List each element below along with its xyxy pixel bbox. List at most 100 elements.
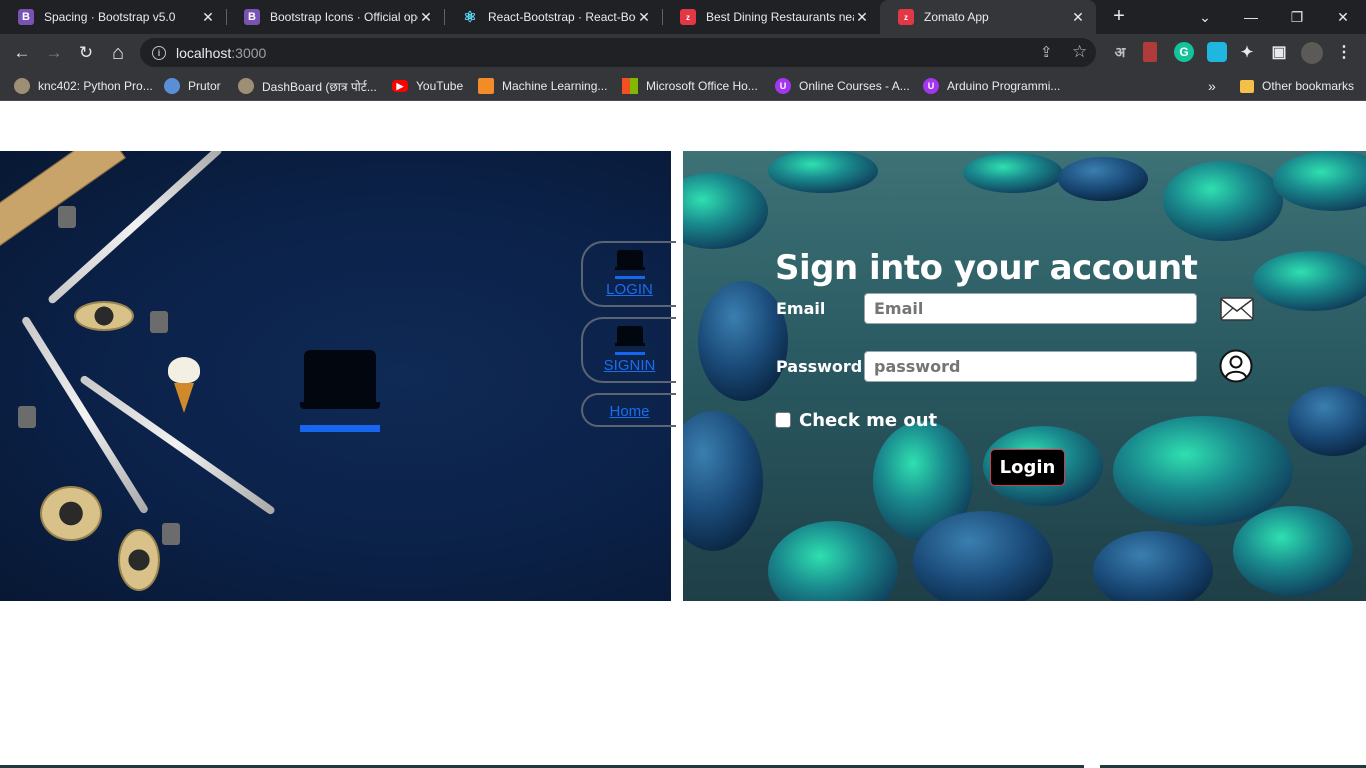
bootstrap-favicon-icon: B <box>244 9 260 25</box>
bookmark-site-icon <box>164 78 180 94</box>
other-bookmarks-folder[interactable]: Other bookmarks <box>1240 77 1354 95</box>
close-window-button[interactable]: ✕ <box>1320 0 1366 34</box>
chrome-menu-icon[interactable]: ⋮ <box>1334 42 1354 62</box>
bookmark-dashboard[interactable]: DashBoard (छात्र पोर्ट... <box>238 77 377 95</box>
tab-zomato-app[interactable]: z Zomato App ✕ <box>880 0 1096 34</box>
tab-spacing-bootstrap[interactable]: B Spacing · Bootstrap v5.0 ✕ <box>0 0 226 34</box>
translate-extension-icon[interactable]: अ <box>1110 42 1130 62</box>
forward-button[interactable]: → <box>41 40 67 66</box>
home-nav-pill[interactable]: Home <box>581 393 676 427</box>
home-button[interactable]: ⌂ <box>105 40 131 66</box>
binder-clip-image <box>18 406 36 428</box>
check-me-out-label[interactable]: Check me out <box>799 410 937 431</box>
folder-icon <box>1240 79 1254 93</box>
login-button[interactable]: Login <box>990 449 1065 486</box>
login-nav-pill[interactable]: LOGIN <box>581 241 676 307</box>
bookmark-label: DashBoard (छात्र पोर्ट... <box>262 79 377 94</box>
grammarly-extension-icon[interactable]: G <box>1174 42 1194 62</box>
reload-button[interactable]: ↻ <box>73 40 99 66</box>
laptop-icon <box>614 250 645 279</box>
user-circle-icon <box>1219 349 1253 383</box>
restore-button[interactable]: ❐ <box>1274 0 1320 34</box>
url-host: localhost <box>176 44 232 61</box>
tab-close-icon[interactable]: ✕ <box>418 9 434 26</box>
profile-avatar[interactable] <box>1301 42 1323 64</box>
laptop-icon <box>614 326 645 355</box>
bookmark-machine-learning[interactable]: Machine Learning... <box>478 77 607 95</box>
signin-link[interactable]: SIGNIN <box>604 357 656 374</box>
binder-clip-image <box>162 523 180 545</box>
bookmark-microsoft-office[interactable]: Microsoft Office Ho... <box>622 77 758 95</box>
new-tab-button[interactable]: + <box>1108 5 1130 27</box>
bookmark-label: YouTube <box>416 79 464 93</box>
bootstrap-favicon-icon: B <box>18 9 34 25</box>
tab-strip: B Spacing · Bootstrap v5.0 ✕ B Bootstrap… <box>0 0 1366 34</box>
tab-close-icon[interactable]: ✕ <box>200 9 216 26</box>
minimize-button[interactable]: — <box>1228 0 1274 34</box>
bookmark-label: Other bookmarks <box>1262 79 1355 93</box>
site-info-icon[interactable]: i <box>152 45 166 60</box>
washi-tape-image <box>74 301 134 331</box>
bookmarks-bar: knc402: Python Pro... Prutor DashBoard (… <box>0 71 1366 101</box>
tab-close-icon[interactable]: ✕ <box>636 9 652 26</box>
bookmark-label: Arduino Programmi... <box>947 79 1061 93</box>
binder-clip-image <box>58 206 76 228</box>
bookmark-site-icon <box>14 78 30 94</box>
tab-react-bootstrap[interactable]: ⚛ React-Bootstrap · React-Boot ✕ <box>444 0 662 34</box>
bookmark-label: Microsoft Office Ho... <box>646 79 758 93</box>
bookmark-label: Prutor <box>188 79 221 93</box>
tab-title: Best Dining Restaurants near <box>706 10 854 24</box>
bookmark-youtube[interactable]: ▶ YouTube <box>392 77 463 95</box>
bookmark-arduino[interactable]: U Arduino Programmi... <box>923 77 1060 95</box>
bookmarks-overflow-button[interactable]: » <box>1208 77 1216 95</box>
form-title: Sign into your account <box>775 248 1198 288</box>
tab-title: React-Bootstrap · React-Boot <box>488 10 636 24</box>
puzzle-extensions-icon[interactable]: ✦ <box>1237 42 1257 62</box>
side-panel-icon[interactable]: ▣ <box>1269 42 1289 62</box>
password-field[interactable] <box>864 351 1197 382</box>
bookmark-site-icon <box>478 78 494 94</box>
bookmark-online-courses[interactable]: U Online Courses - A... <box>775 77 910 95</box>
ice-cream-figurine-image <box>168 357 200 415</box>
bookmark-label: Online Courses - A... <box>799 79 910 93</box>
password-label: Password <box>776 357 863 376</box>
binder-clip-image <box>150 311 168 333</box>
home-link[interactable]: Home <box>609 403 649 420</box>
tab-close-icon[interactable]: ✕ <box>1070 9 1086 26</box>
washi-tape-image <box>40 486 102 541</box>
bookmark-prutor[interactable]: Prutor <box>164 77 221 95</box>
envelope-icon <box>1220 297 1254 321</box>
react-favicon-icon: ⚛ <box>463 9 477 26</box>
url-port: :3000 <box>231 44 267 61</box>
url-text[interactable]: localhost:3000 <box>176 45 266 61</box>
email-label: Email <box>776 299 826 318</box>
check-me-out-checkbox[interactable] <box>775 412 791 428</box>
youtube-icon: ▶ <box>392 80 408 92</box>
microsoft-icon <box>622 78 638 94</box>
bookmark-site-icon <box>238 78 254 94</box>
pen-extension-icon[interactable] <box>1207 42 1227 62</box>
bookmark-knc402[interactable]: knc402: Python Pro... <box>14 77 153 95</box>
tab-best-dining[interactable]: z Best Dining Restaurants near ✕ <box>662 0 880 34</box>
share-icon[interactable]: ⇪ <box>1040 43 1053 61</box>
tab-title: Bootstrap Icons · Official ope <box>270 10 418 24</box>
udemy-icon: U <box>923 78 939 94</box>
address-bar[interactable]: i localhost:3000 ⇪ ☆ <box>140 38 1096 67</box>
tab-title: Spacing · Bootstrap v5.0 <box>44 10 176 24</box>
zomato-favicon-icon: z <box>680 9 696 25</box>
back-button[interactable]: ← <box>9 40 35 66</box>
tab-title: Zomato App <box>924 10 989 24</box>
book-extension-icon[interactable] <box>1143 42 1157 62</box>
bookmark-label: knc402: Python Pro... <box>38 79 153 93</box>
tab-search-chevron-icon[interactable]: ⌄ <box>1182 0 1228 34</box>
signin-nav-pill[interactable]: SIGNIN <box>581 317 676 383</box>
bookmark-star-icon[interactable]: ☆ <box>1072 42 1087 62</box>
login-link[interactable]: LOGIN <box>606 281 653 298</box>
tab-bootstrap-icons[interactable]: B Bootstrap Icons · Official ope ✕ <box>226 0 444 34</box>
laptop-icon <box>300 350 380 432</box>
underline-accent <box>300 425 380 432</box>
email-field[interactable] <box>864 293 1197 324</box>
tab-close-icon[interactable]: ✕ <box>854 9 870 26</box>
ruler-image <box>0 151 126 250</box>
bookmark-label: Machine Learning... <box>502 79 608 93</box>
